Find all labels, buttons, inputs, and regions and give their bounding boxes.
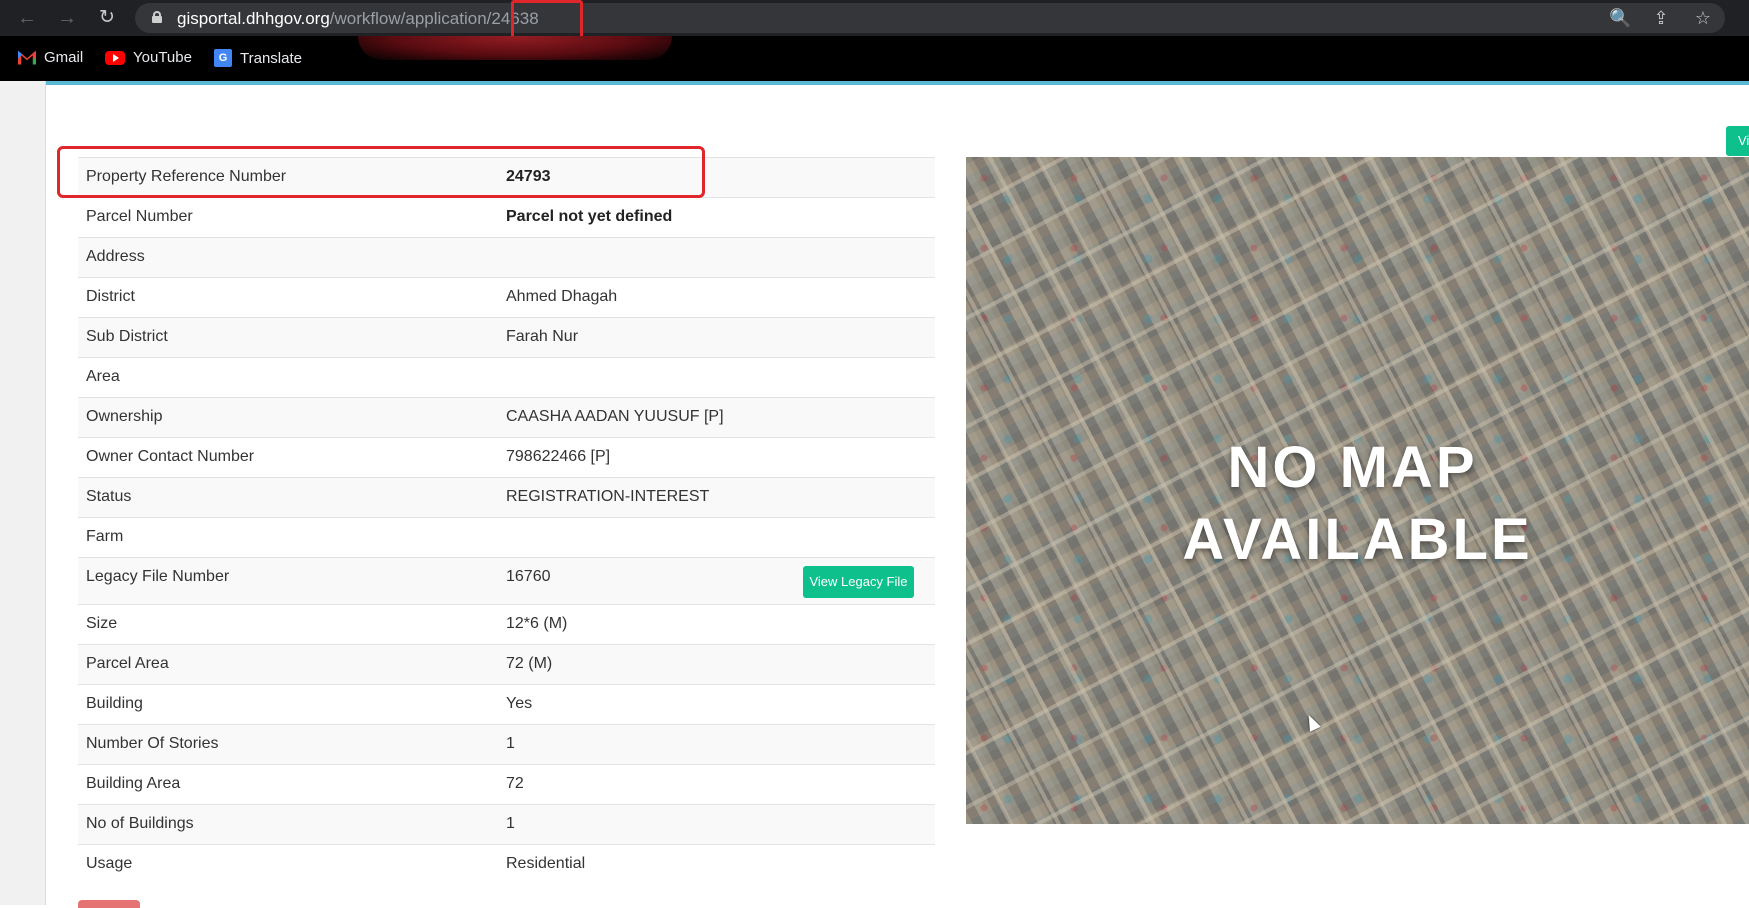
- row-label: Building Area: [86, 775, 181, 792]
- row-usage: Usage Residential: [78, 844, 935, 884]
- row-label: Usage: [86, 855, 133, 872]
- star-icon[interactable]: ☆: [1693, 8, 1713, 28]
- bookmark-translate[interactable]: G Translate: [214, 49, 302, 67]
- row-label: Size: [86, 615, 118, 632]
- translate-icon: G: [214, 49, 232, 67]
- row-label: Farm: [86, 528, 124, 545]
- gmail-icon: [18, 51, 36, 65]
- view-button[interactable]: Vi: [1726, 126, 1749, 156]
- row-district: District Ahmed Dhagah: [78, 277, 935, 317]
- row-farm: Farm: [78, 517, 935, 557]
- row-building: Building Yes: [78, 684, 935, 724]
- address-bar[interactable]: gisportal.dhhgov.org/workflow/applicatio…: [135, 3, 1725, 33]
- page-header-accent-bar: [0, 81, 1749, 85]
- reference-number-highlight-box: [57, 146, 705, 198]
- url-path: /workflow/application/: [329, 9, 492, 28]
- row-label: Area: [86, 368, 120, 385]
- row-ownership: Ownership CAASHA AADAN YUUSUF [P]: [78, 397, 935, 437]
- row-label: District: [86, 288, 135, 305]
- no-map-line2: AVAILABLE: [1182, 507, 1533, 572]
- youtube-icon: [105, 50, 125, 65]
- no-map-message: NO MAP AVAILABLE: [966, 432, 1749, 576]
- row-owner-contact-number: Owner Contact Number 798622466 [P]: [78, 437, 935, 477]
- sidebar-gutter: [0, 81, 46, 905]
- row-building-area: Building Area 72: [78, 764, 935, 804]
- row-value: Parcel not yet defined: [506, 208, 673, 225]
- row-label: Parcel Number: [86, 208, 193, 225]
- row-value: 12*6 (M): [506, 615, 568, 632]
- row-sub-district: Sub District Farah Nur: [78, 317, 935, 357]
- map-placeholder-image: NO MAP AVAILABLE: [966, 157, 1749, 824]
- row-label: Ownership: [86, 408, 163, 425]
- row-status: Status REGISTRATION-INTEREST: [78, 477, 935, 517]
- row-value: Yes: [506, 695, 533, 712]
- row-address: Address: [78, 237, 935, 277]
- row-value: 1: [506, 735, 515, 752]
- lock-icon[interactable]: [152, 11, 162, 23]
- row-legacy-file-number: Legacy File Number 16760 View Legacy Fil…: [78, 557, 935, 604]
- zoom-icon[interactable]: 🔍: [1609, 8, 1631, 28]
- row-label: Number Of Stories: [86, 735, 219, 752]
- row-label: Building: [86, 695, 143, 712]
- no-map-line1: NO MAP: [1227, 435, 1478, 500]
- url-text[interactable]: gisportal.dhhgov.org/workflow/applicatio…: [177, 9, 539, 29]
- bookmark-label: Gmail: [44, 49, 84, 66]
- row-value: Ahmed Dhagah: [506, 288, 618, 305]
- share-icon[interactable]: ⇪: [1651, 8, 1671, 28]
- bookmark-label: Translate: [240, 49, 302, 67]
- row-value: CAASHA AADAN YUUSUF [P]: [506, 408, 724, 425]
- row-label: Owner Contact Number: [86, 448, 255, 465]
- reload-icon[interactable]: ↻: [95, 6, 119, 30]
- row-label: Sub District: [86, 328, 168, 345]
- row-value: Farah Nur: [506, 328, 579, 345]
- bookmark-gmail[interactable]: Gmail: [18, 49, 83, 66]
- delete-button[interactable]: [78, 900, 140, 908]
- browser-toolbar: ← → ↻ gisportal.dhhgov.org/workflow/appl…: [0, 0, 1749, 36]
- forward-icon[interactable]: →: [55, 6, 79, 30]
- row-value: 72: [506, 775, 524, 792]
- row-label: Legacy File Number: [86, 568, 230, 585]
- row-number-of-stories: Number Of Stories 1: [78, 724, 935, 764]
- row-label: Status: [86, 488, 132, 505]
- view-legacy-file-button[interactable]: View Legacy File: [803, 566, 914, 598]
- bookmark-youtube[interactable]: YouTube: [105, 49, 192, 66]
- url-host: gisportal.dhhgov.org: [177, 9, 330, 28]
- property-details-table: Property Reference Number 24793 Parcel N…: [78, 157, 935, 884]
- row-parcel-number: Parcel Number Parcel not yet defined: [78, 197, 935, 237]
- row-size: Size 12*6 (M): [78, 604, 935, 644]
- row-value: 798622466 [P]: [506, 448, 611, 465]
- row-value: 16760: [506, 568, 551, 585]
- row-value: 1: [506, 815, 515, 832]
- row-label: Address: [86, 248, 145, 265]
- bookmark-label: YouTube: [133, 49, 192, 66]
- row-value: 72 (M): [506, 655, 553, 672]
- row-label: No of Buildings: [86, 815, 194, 832]
- row-no-of-buildings: No of Buildings 1: [78, 804, 935, 844]
- row-parcel-area: Parcel Area 72 (M): [78, 644, 935, 684]
- row-area: Area: [78, 357, 935, 397]
- row-value: Residential: [506, 855, 586, 872]
- row-label: Parcel Area: [86, 655, 169, 672]
- banner-image-fragment: [358, 36, 672, 60]
- back-icon[interactable]: ←: [15, 6, 39, 30]
- row-value: REGISTRATION-INTEREST: [506, 488, 710, 505]
